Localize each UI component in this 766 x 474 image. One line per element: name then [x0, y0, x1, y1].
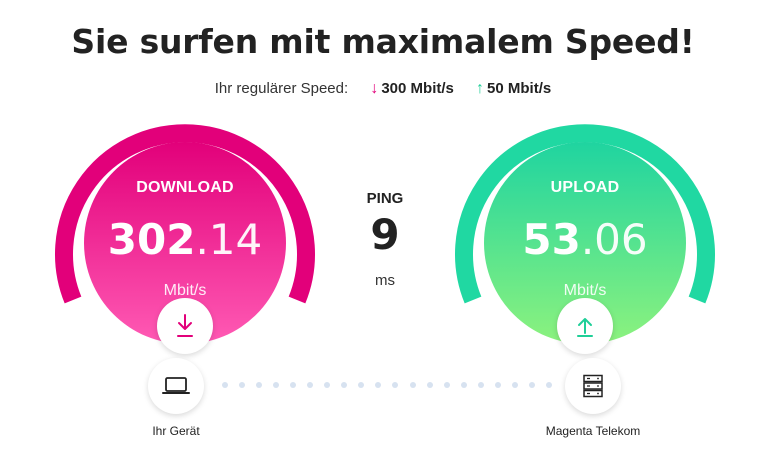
upload-value-decimal: .06 [580, 215, 648, 264]
download-value: 302.14 [54, 215, 316, 264]
connection-dots [222, 382, 552, 390]
connection-dot [392, 382, 399, 388]
connection-dot [290, 382, 297, 388]
upload-value-integer: 53 [522, 215, 581, 264]
device-server-circle [565, 358, 621, 414]
upload-icon-circle [557, 298, 613, 354]
connection-dot [528, 382, 535, 388]
upload-label: UPLOAD [550, 179, 620, 196]
connection-dot [341, 382, 348, 388]
download-arrow-icon: ↓ [370, 80, 379, 97]
regular-upload-speed: 50 Mbit/s [487, 80, 552, 97]
device-label-provider: Magenta Telekom [545, 424, 641, 438]
device-label-client: Ihr Gerät [152, 424, 200, 438]
download-value-integer: 302 [107, 215, 196, 264]
connection-dot [222, 382, 228, 388]
connection-dot [511, 382, 518, 388]
upload-arrow-icon: ↑ [476, 80, 485, 97]
upload-arrow-icon [577, 318, 593, 337]
page-title: Sie surfen mit maximalem Speed! [71, 22, 695, 61]
ping-unit: ms [375, 272, 395, 289]
connection-dot [545, 382, 552, 388]
download-icon-circle [157, 298, 213, 354]
connection-dot [307, 382, 314, 388]
regular-download-speed: 300 Mbit/s [381, 80, 454, 97]
server-icon [583, 374, 603, 398]
device-laptop-circle [148, 358, 204, 414]
connection-dot [375, 382, 382, 388]
laptop-icon [162, 377, 190, 394]
connection-dot [426, 382, 433, 388]
upload-value: 53.06 [454, 215, 716, 264]
ping-value: 9 [370, 210, 400, 259]
download-label: DOWNLOAD [136, 179, 234, 196]
connection-dot [273, 382, 280, 388]
connection-dot [443, 382, 450, 388]
connection-dot [324, 382, 331, 388]
download-arrow-icon [177, 314, 193, 337]
connection-dot [494, 382, 501, 388]
connection-dot [460, 382, 467, 388]
connection-dot [239, 382, 246, 388]
download-value-decimal: .14 [195, 215, 263, 264]
connection-dot [409, 382, 416, 388]
connection-dot [358, 382, 365, 388]
connection-dot [477, 382, 484, 388]
connection-dot [256, 382, 263, 388]
ping-label: PING [366, 190, 404, 207]
regular-speed-label: Ihr regulärer Speed: [214, 80, 349, 97]
regular-speed-line: Ihr regulärer Speed: ↓ 300 Mbit/s ↑ 50 Mbi… [0, 80, 766, 98]
